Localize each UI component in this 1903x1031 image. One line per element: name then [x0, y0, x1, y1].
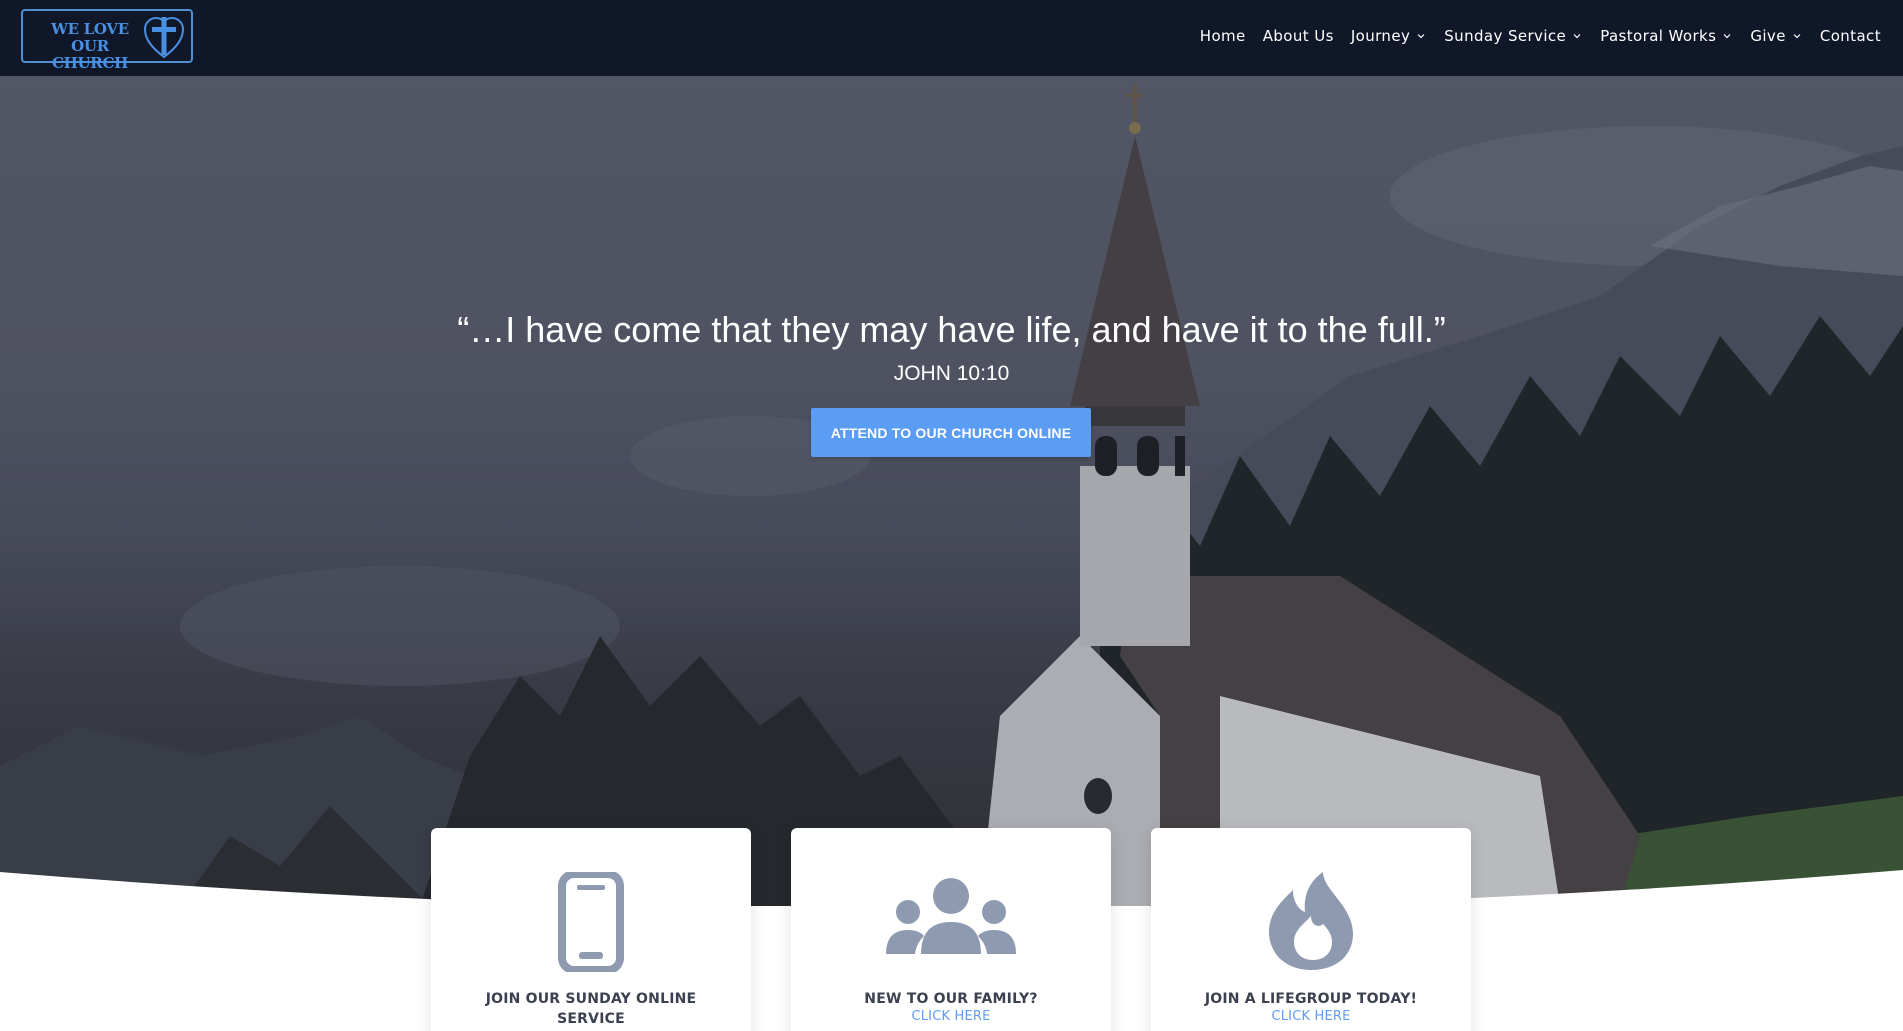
nav-pastoral-works[interactable]: Pastoral Works [1600, 27, 1733, 45]
card-lifegroup-title: JOIN A LIFEGROUP TODAY! [1204, 991, 1418, 1007]
attend-online-button[interactable]: ATTEND TO OUR CHURCH ONLINE [811, 408, 1091, 457]
card-lifegroup[interactable]: JOIN A LIFEGROUP TODAY! CLICK HERE [1151, 828, 1471, 1031]
card-online-service[interactable]: JOIN OUR SUNDAY ONLINE SERVICE [431, 828, 751, 1031]
chevron-down-icon [1793, 34, 1801, 39]
nav-contact[interactable]: Contact [1820, 27, 1881, 45]
chevron-down-icon [1417, 34, 1425, 39]
logo-line-1: WE LOVE OUR [51, 20, 129, 55]
cross-heart-icon [143, 16, 185, 59]
site-logo[interactable]: WE LOVE OUR CHURCH [21, 9, 193, 72]
chevron-down-icon [1573, 34, 1581, 39]
fire-icon [1269, 872, 1353, 970]
nav-journey-label: Journey [1350, 27, 1411, 45]
main-nav: Home About Us Journey Sunday Service Pas… [1183, 0, 1881, 72]
card-online-service-title: JOIN OUR SUNDAY ONLINE SERVICE [485, 991, 697, 1027]
nav-journey[interactable]: Journey [1351, 27, 1427, 45]
card-new-to-family[interactable]: NEW TO OUR FAMILY? CLICK HERE [791, 828, 1111, 1031]
site-header: WE LOVE OUR CHURCH Home About Us Journey… [0, 0, 1903, 76]
hero-section [0, 76, 1903, 906]
logo-line-2: CHURCH [52, 54, 128, 72]
nav-pastoral-works-label: Pastoral Works [1600, 27, 1717, 45]
logo-text: WE LOVE OUR CHURCH [35, 21, 145, 72]
nav-give[interactable]: Give [1750, 27, 1803, 45]
nav-sunday-service-label: Sunday Service [1444, 27, 1567, 45]
hero-quote: “…I have come that they may have life, a… [457, 309, 1446, 350]
hero-overlay [0, 76, 1903, 906]
hero-scripture-reference: JOHN 10:10 [893, 362, 1010, 385]
nav-home[interactable]: Home [1200, 27, 1246, 45]
card-new-to-family-title: NEW TO OUR FAMILY? [864, 991, 1038, 1007]
card-new-to-family-link[interactable]: CLICK HERE [791, 1009, 1111, 1024]
mobile-phone-icon [558, 872, 624, 972]
nav-give-label: Give [1750, 27, 1786, 45]
people-group-icon [886, 878, 1016, 954]
nav-about-us[interactable]: About Us [1263, 27, 1334, 45]
chevron-down-icon [1723, 34, 1731, 39]
nav-sunday-service[interactable]: Sunday Service [1444, 27, 1583, 45]
nav-home-label: Home [1199, 27, 1246, 45]
card-lifegroup-link[interactable]: CLICK HERE [1151, 1009, 1471, 1024]
nav-contact-label: Contact [1819, 27, 1881, 45]
nav-about-us-label: About Us [1262, 27, 1334, 45]
